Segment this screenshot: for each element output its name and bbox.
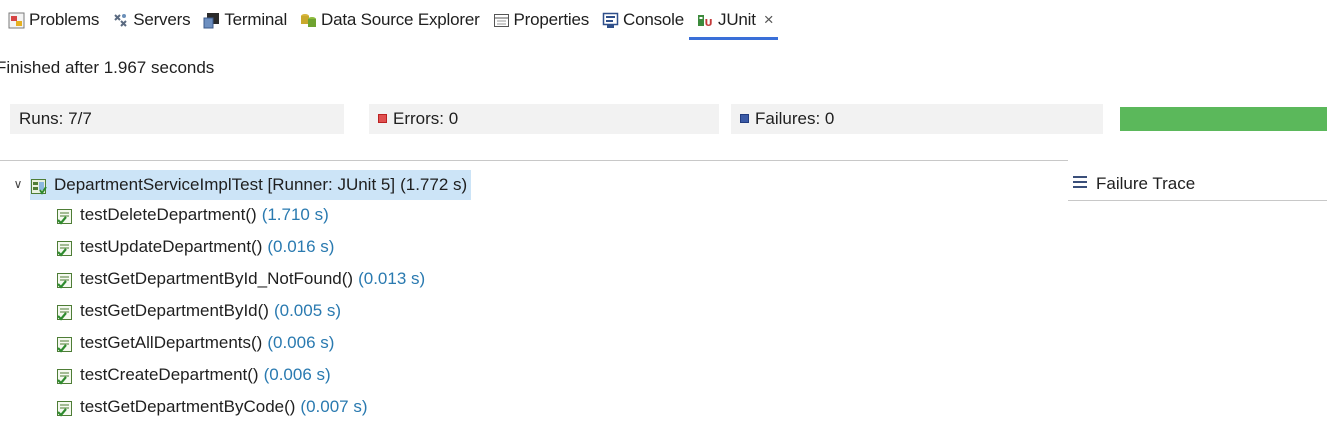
test-case-row[interactable]: testCreateDepartment() (0.006 s) bbox=[56, 360, 331, 390]
tab-problems[interactable]: Problems bbox=[0, 0, 104, 40]
test-case-row[interactable]: testUpdateDepartment() (0.016 s) bbox=[56, 232, 334, 262]
data-source-icon bbox=[300, 12, 317, 29]
test-suite-label: DepartmentServiceImplTest [Runner: JUnit… bbox=[54, 175, 396, 194]
test-case-row[interactable]: testGetDepartmentById_NotFound() (0.013 … bbox=[56, 264, 425, 294]
tab-data-source-explorer-label: Data Source Explorer bbox=[321, 10, 480, 29]
failure-icon bbox=[740, 114, 749, 123]
failure-trace-divider bbox=[1068, 200, 1327, 201]
test-case-duration: (0.013 s) bbox=[358, 269, 426, 288]
test-passed-icon bbox=[56, 270, 74, 289]
junit-icon: U bbox=[697, 12, 714, 29]
view-tab-bar: Problems Servers Terminal Data Source Ex… bbox=[0, 0, 1327, 40]
tab-properties-label: Properties bbox=[513, 10, 590, 29]
failure-trace-icon bbox=[1072, 172, 1088, 196]
svg-text:U: U bbox=[705, 18, 713, 29]
tab-data-source-explorer[interactable]: Data Source Explorer bbox=[292, 0, 485, 40]
test-case-name: testCreateDepartment() bbox=[80, 365, 259, 384]
tab-terminal[interactable]: Terminal bbox=[195, 0, 292, 40]
runs-value: 7/7 bbox=[68, 109, 92, 128]
test-case-duration: (1.710 s) bbox=[261, 205, 329, 224]
tab-servers[interactable]: Servers bbox=[104, 0, 195, 40]
tab-problems-label: Problems bbox=[29, 10, 100, 29]
test-progress-bar bbox=[1120, 107, 1327, 131]
failures-label: Failures: bbox=[755, 109, 821, 128]
test-case-name: testGetDepartmentById() bbox=[80, 301, 269, 320]
test-case-duration: (0.006 s) bbox=[263, 365, 331, 384]
test-passed-icon bbox=[56, 302, 74, 321]
runs-label: Runs: bbox=[19, 109, 64, 128]
test-passed-icon bbox=[56, 366, 74, 385]
test-passed-icon bbox=[56, 206, 74, 225]
failure-trace-header[interactable]: Failure Trace bbox=[1072, 172, 1195, 196]
tab-console[interactable]: Console bbox=[594, 0, 689, 40]
tab-junit[interactable]: U JUnit × bbox=[689, 0, 779, 40]
test-case-duration: (0.005 s) bbox=[273, 301, 342, 320]
test-case-row[interactable]: testGetDepartmentById() (0.005 s) bbox=[56, 296, 341, 326]
failures-counter: Failures: 0 bbox=[731, 104, 1103, 134]
test-case-row[interactable]: testGetAllDepartments() (0.006 s) bbox=[56, 328, 334, 358]
test-case-row[interactable]: testGetDepartmentByCode() (0.007 s) bbox=[56, 392, 368, 422]
servers-icon bbox=[112, 12, 129, 29]
test-case-duration: (0.016 s) bbox=[267, 237, 335, 256]
test-suite-duration: (1.772 s) bbox=[400, 175, 468, 194]
test-passed-icon bbox=[56, 334, 74, 353]
failures-value: 0 bbox=[824, 109, 835, 128]
chevron-down-icon[interactable]: ∨ bbox=[10, 176, 26, 192]
problems-icon bbox=[8, 12, 25, 29]
test-case-name: testGetDepartmentById_NotFound() bbox=[80, 269, 354, 288]
properties-icon bbox=[493, 12, 510, 29]
test-passed-icon bbox=[56, 398, 74, 417]
test-progress-fill bbox=[1120, 107, 1327, 131]
test-case-name: testGetAllDepartments() bbox=[80, 333, 263, 352]
terminal-icon bbox=[203, 12, 220, 29]
test-passed-icon bbox=[56, 238, 74, 257]
test-case-duration: (0.007 s) bbox=[300, 397, 368, 416]
tab-properties[interactable]: Properties bbox=[485, 0, 594, 40]
tab-servers-label: Servers bbox=[133, 10, 191, 29]
test-case-name: testGetDepartmentByCode() bbox=[80, 397, 296, 416]
error-icon bbox=[378, 114, 387, 123]
tree-divider bbox=[0, 160, 1068, 161]
test-suite-icon bbox=[30, 176, 48, 195]
close-icon[interactable]: × bbox=[764, 10, 774, 30]
runs-counter: Runs: 7/7 bbox=[10, 104, 344, 134]
test-suite-row[interactable]: DepartmentServiceImplTest [Runner: JUnit… bbox=[30, 170, 472, 200]
errors-counter: Errors: 0 bbox=[369, 104, 719, 134]
test-case-row[interactable]: testDeleteDepartment() (1.710 s) bbox=[56, 200, 329, 230]
errors-value: 0 bbox=[448, 109, 459, 128]
tab-junit-label: JUnit bbox=[718, 10, 756, 29]
test-case-name: testUpdateDepartment() bbox=[80, 237, 263, 256]
run-status-text: Finished after 1.967 seconds bbox=[0, 58, 215, 77]
failure-trace-label: Failure Trace bbox=[1096, 174, 1196, 193]
test-case-duration: (0.006 s) bbox=[267, 333, 335, 352]
tab-console-label: Console bbox=[623, 10, 685, 29]
console-icon bbox=[602, 12, 619, 29]
tab-terminal-label: Terminal bbox=[224, 10, 288, 29]
errors-label: Errors: bbox=[393, 109, 444, 128]
test-case-name: testDeleteDepartment() bbox=[80, 205, 257, 224]
